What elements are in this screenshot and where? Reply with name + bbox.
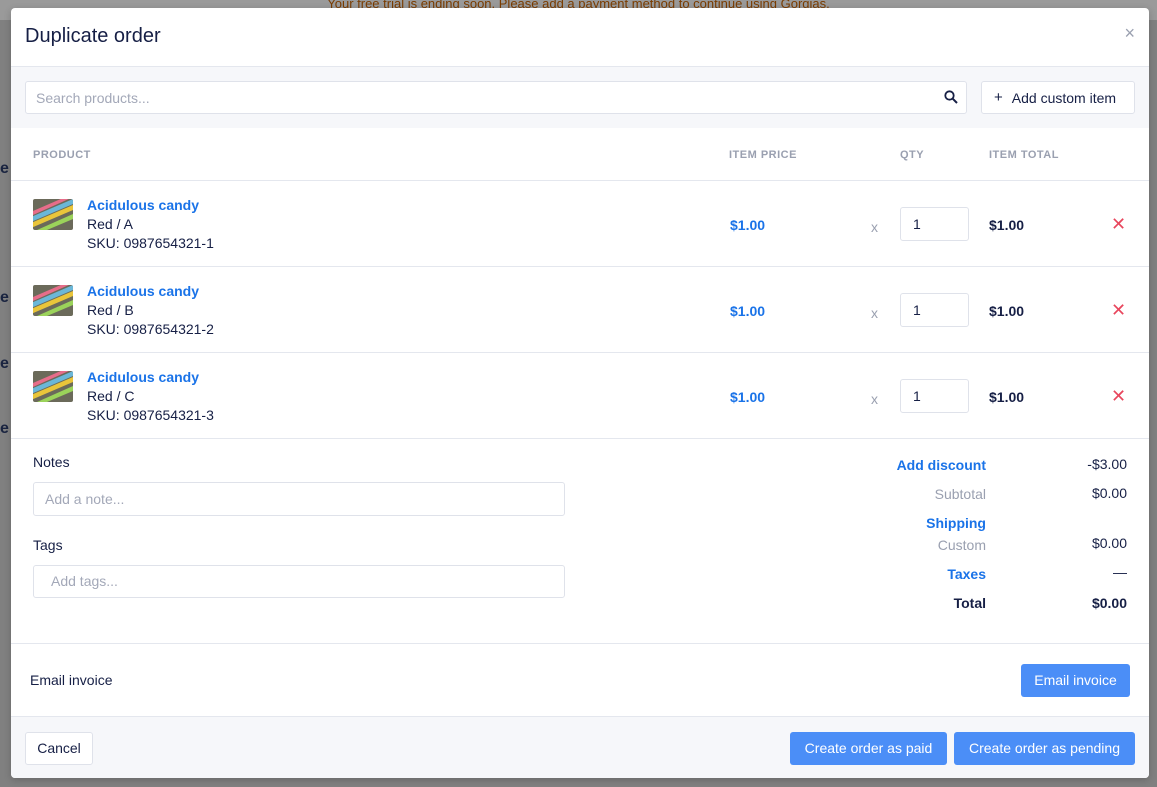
product-variant: Red / C	[87, 388, 135, 404]
total-value: $0.00	[1091, 595, 1127, 611]
table-header: PRODUCT ITEM PRICE QTY ITEM TOTAL	[11, 128, 1149, 181]
background-avatar: e	[0, 289, 9, 306]
discount-value: -$3.00	[1087, 456, 1127, 472]
product-thumbnail	[33, 285, 73, 316]
duplicate-order-modal: Duplicate order × + Add custom item PROD…	[11, 8, 1149, 778]
item-total: $1.00	[989, 389, 1025, 405]
item-total: $1.00	[989, 217, 1025, 233]
modal-header: Duplicate order ×	[11, 8, 1149, 67]
email-invoice-label: Email invoice	[30, 672, 113, 688]
product-thumbnail	[33, 371, 73, 402]
notes-textarea[interactable]: Add a note...	[33, 482, 565, 516]
item-price[interactable]: $1.00	[730, 389, 765, 405]
add-custom-item-button[interactable]: + Add custom item	[981, 81, 1135, 114]
table-row: Acidulous candy Red / B SKU: 0987654321-…	[11, 267, 1149, 353]
modal-title: Duplicate order	[25, 25, 161, 47]
create-order-pending-button[interactable]: Create order as pending	[954, 732, 1135, 765]
plus-icon: +	[994, 89, 1003, 106]
tags-label: Tags	[33, 537, 63, 553]
item-total: $1.00	[989, 303, 1025, 319]
taxes-value: —	[1113, 564, 1127, 580]
product-name-link[interactable]: Acidulous candy	[87, 283, 199, 299]
cancel-button[interactable]: Cancel	[25, 732, 93, 765]
product-search-box	[25, 81, 967, 114]
add-custom-item-label: Add custom item	[1011, 89, 1117, 106]
create-order-paid-button[interactable]: Create order as paid	[790, 732, 947, 765]
close-icon[interactable]: ×	[1124, 23, 1135, 44]
product-variant: Red / B	[87, 302, 134, 318]
shipping-link[interactable]: Shipping	[926, 515, 986, 531]
add-discount-link[interactable]: Add discount	[897, 457, 986, 473]
header-item-price: ITEM PRICE	[729, 149, 797, 161]
quantity-input[interactable]: 1	[900, 207, 969, 241]
product-sku: SKU: 0987654321-3	[87, 407, 214, 423]
tags-input[interactable]: Add tags...	[33, 565, 565, 598]
notes-label: Notes	[33, 454, 70, 470]
email-invoice-button[interactable]: Email invoice	[1021, 664, 1130, 697]
remove-icon[interactable]: ✕	[1111, 386, 1126, 407]
header-item-total: ITEM TOTAL	[989, 149, 1059, 161]
subtotal-value: $0.00	[1091, 485, 1127, 501]
remove-icon[interactable]: ✕	[1111, 214, 1126, 235]
row-divider	[719, 438, 1149, 439]
item-price[interactable]: $1.00	[730, 217, 765, 233]
product-search-input[interactable]	[26, 82, 926, 113]
shipping-method: Custom	[937, 537, 986, 553]
multiply-sign: x	[871, 391, 878, 407]
table-row: Acidulous candy Red / C SKU: 0987654321-…	[11, 353, 1149, 439]
header-product: PRODUCT	[33, 149, 91, 161]
quantity-input[interactable]: 1	[900, 379, 969, 413]
header-qty: QTY	[900, 149, 925, 161]
product-name-link[interactable]: Acidulous candy	[87, 369, 199, 385]
product-sku: SKU: 0987654321-1	[87, 235, 214, 251]
product-thumbnail	[33, 199, 73, 230]
product-variant: Red / A	[87, 216, 133, 232]
email-invoice-section: Email invoice Email invoice	[11, 643, 1149, 717]
quantity-input[interactable]: 1	[900, 293, 969, 327]
table-row: Acidulous candy Red / A SKU: 0987654321-…	[11, 181, 1149, 267]
search-bar: + Add custom item	[11, 67, 1149, 128]
subtotal-label: Subtotal	[934, 486, 986, 502]
background-avatar: e	[0, 160, 9, 177]
remove-icon[interactable]: ✕	[1111, 300, 1126, 321]
modal-footer: Cancel Create order as paid Create order…	[11, 717, 1149, 778]
background-avatar: e	[0, 420, 9, 437]
background-avatar: e	[0, 355, 9, 372]
multiply-sign: x	[871, 219, 878, 235]
product-name-link[interactable]: Acidulous candy	[87, 197, 199, 213]
total-label: Total	[953, 595, 986, 611]
product-sku: SKU: 0987654321-2	[87, 321, 214, 337]
item-price[interactable]: $1.00	[730, 303, 765, 319]
row-divider	[11, 438, 719, 439]
taxes-link[interactable]: Taxes	[947, 566, 986, 582]
search-icon[interactable]	[944, 90, 958, 104]
shipping-value: $0.00	[1091, 535, 1127, 551]
multiply-sign: x	[871, 305, 878, 321]
